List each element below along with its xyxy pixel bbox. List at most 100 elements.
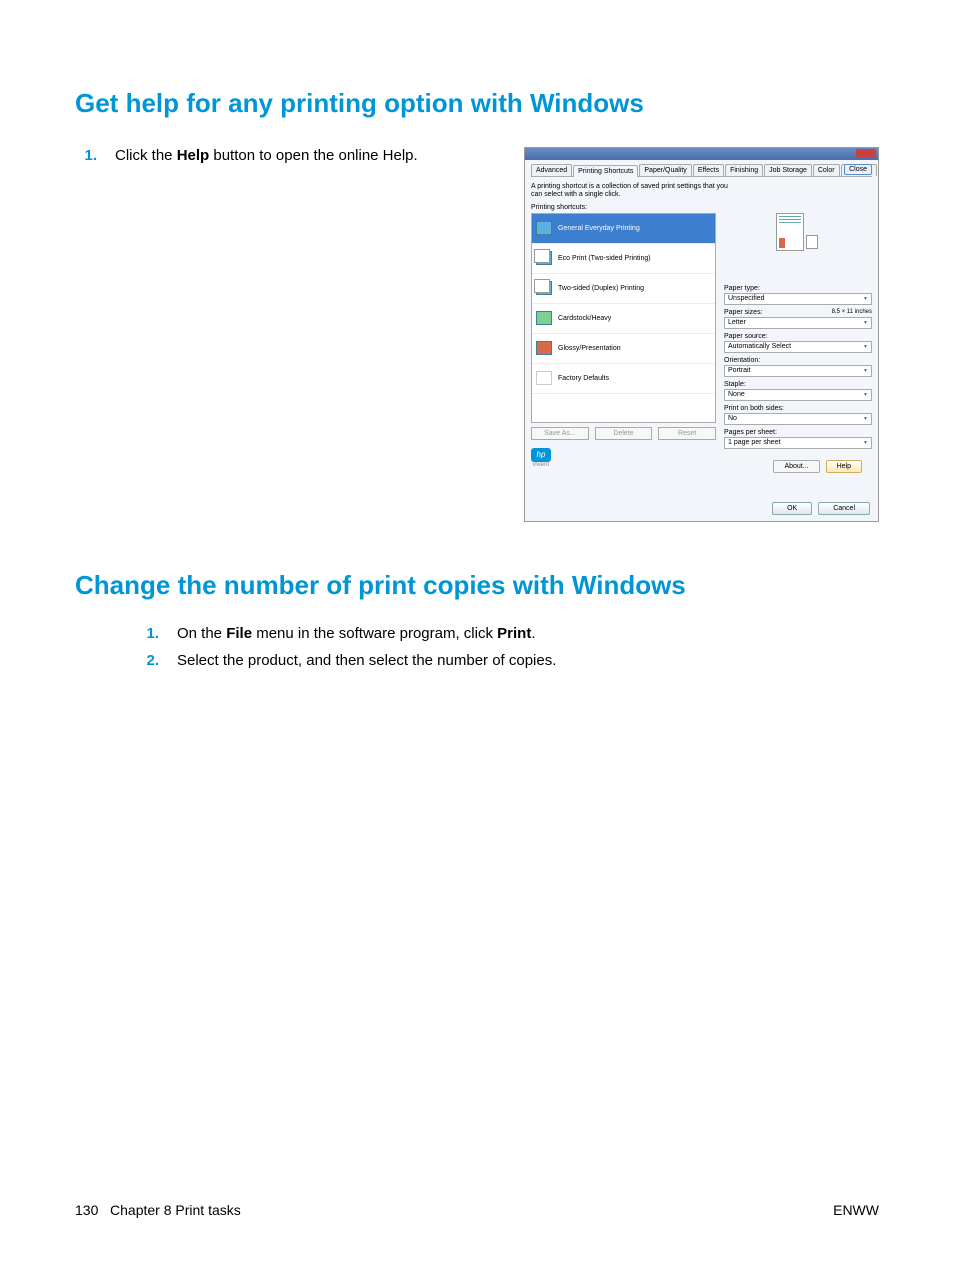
shortcut-label: Eco Print (Two-sided Printing)	[558, 255, 651, 262]
hp-logo-icon: hp	[531, 448, 551, 462]
chevron-down-icon: ▼	[863, 440, 868, 446]
shortcut-duplex[interactable]: Two-sided (Duplex) Printing	[532, 274, 715, 304]
page-number: 130	[75, 1202, 98, 1218]
tab-paper-quality[interactable]: Paper/Quality	[639, 164, 691, 176]
step-number: 2.	[137, 652, 177, 669]
about-button[interactable]: About...	[773, 460, 819, 473]
field-pages-per-sheet: Pages per sheet: 1 page per sheet▼	[724, 429, 872, 449]
dialog-screenshot: Advanced Printing Shortcuts Paper/Qualit…	[524, 147, 879, 522]
delete-button[interactable]: Delete	[595, 427, 653, 440]
step-text: On the File menu in the software program…	[177, 625, 879, 642]
page-footer: 130 Chapter 8 Print tasks ENWW	[75, 1202, 879, 1218]
print-both-select[interactable]: No▼	[724, 413, 872, 425]
chevron-down-icon: ▼	[863, 296, 868, 302]
step-1: 1. Click the Help button to open the onl…	[75, 147, 524, 164]
field-paper-type: Paper type: Unspecified▼	[724, 285, 872, 305]
section-help-content: 1. Click the Help button to open the onl…	[75, 147, 879, 522]
step-suffix: button to open the online Help.	[209, 147, 418, 164]
footer-right: ENWW	[833, 1202, 879, 1218]
field-value-text: Automatically Select	[728, 343, 791, 350]
shortcut-general-everyday[interactable]: General Everyday Printing	[532, 214, 715, 244]
step-text: Select the product, and then select the …	[177, 652, 879, 669]
field-label: Orientation:	[724, 357, 872, 364]
field-label: Pages per sheet:	[724, 429, 872, 436]
text-bold: Print	[497, 625, 531, 642]
hp-invent-label: invent	[533, 462, 716, 468]
shortcut-icon	[536, 371, 552, 385]
cancel-button[interactable]: Cancel	[818, 502, 870, 515]
shortcuts-column: General Everyday Printing Eco Print (Two…	[531, 213, 716, 468]
section-heading-help: Get help for any printing option with Wi…	[75, 88, 879, 119]
shortcut-label: Factory Defaults	[558, 375, 609, 382]
step-prefix: Click the	[115, 147, 177, 164]
field-staple: Staple: None▼	[724, 381, 872, 401]
tab-job-storage[interactable]: Job Storage	[764, 164, 812, 176]
text-part: .	[531, 625, 535, 642]
orientation-select[interactable]: Portrait ▼	[724, 365, 872, 377]
staple-select[interactable]: None▼	[724, 389, 872, 401]
paper-type-select[interactable]: Unspecified▼	[724, 293, 872, 305]
field-label: Paper type:	[724, 285, 872, 292]
field-value-text: Portrait	[728, 367, 751, 374]
shortcut-icon	[536, 311, 552, 325]
pages-per-sheet-select[interactable]: 1 page per sheet▼	[724, 437, 872, 449]
text-part: menu in the software program, click	[252, 625, 497, 642]
shortcut-buttons: Save As... Delete Reset	[531, 427, 716, 440]
shortcut-icon	[536, 281, 552, 295]
size-note: 8.5 × 11 inches	[832, 309, 872, 316]
close-icon[interactable]	[856, 149, 876, 158]
paper-sizes-select[interactable]: Letter ▼	[724, 317, 872, 329]
field-label: Paper sizes:	[724, 309, 763, 316]
field-value-text: Letter	[728, 319, 746, 326]
printing-shortcuts-dialog: Advanced Printing Shortcuts Paper/Qualit…	[524, 147, 879, 522]
step-2-copies: 2. Select the product, and then select t…	[137, 652, 879, 669]
tab-advanced[interactable]: Advanced	[531, 164, 572, 176]
shortcut-factory-defaults[interactable]: Factory Defaults	[532, 364, 715, 394]
shortcut-icon	[536, 251, 552, 265]
tab-printing-shortcuts[interactable]: Printing Shortcuts	[573, 165, 638, 177]
tab-finishing[interactable]: Finishing	[725, 164, 763, 176]
shortcut-label: General Everyday Printing	[558, 225, 640, 232]
tab-bar: Advanced Printing Shortcuts Paper/Qualit…	[531, 164, 872, 177]
reset-button[interactable]: Reset	[658, 427, 716, 440]
tab-effects[interactable]: Effects	[693, 164, 724, 176]
step-list: 1. Click the Help button to open the onl…	[75, 147, 524, 174]
tab-color[interactable]: Color	[813, 164, 840, 176]
hp-branding: hp	[531, 448, 716, 462]
chevron-down-icon: ▼	[863, 320, 868, 326]
chevron-down-icon: ▼	[863, 416, 868, 422]
shortcut-description: A printing shortcut is a collection of s…	[531, 183, 731, 200]
field-print-both-sides: Print on both sides: No▼	[724, 405, 872, 425]
section-heading-copies: Change the number of print copies with W…	[75, 570, 879, 601]
close-button[interactable]: Close	[844, 164, 872, 175]
dialog-main-area: General Everyday Printing Eco Print (Two…	[531, 213, 872, 468]
footer-left: 130 Chapter 8 Print tasks	[75, 1202, 241, 1218]
shortcut-label: Glossy/Presentation	[558, 345, 621, 352]
text-part: On the	[177, 625, 226, 642]
settings-panel: Paper type: Unspecified▼ Paper sizes: 8.5…	[724, 213, 872, 468]
chevron-down-icon: ▼	[863, 344, 868, 350]
shortcuts-label: Printing shortcuts:	[531, 204, 872, 211]
shortcut-glossy[interactable]: Glossy/Presentation	[532, 334, 715, 364]
step-text: Click the Help button to open the online…	[115, 147, 524, 164]
shortcut-icon	[536, 221, 552, 235]
step-number: 1.	[137, 625, 177, 642]
shortcut-icon	[536, 341, 552, 355]
field-paper-sizes: Paper sizes: 8.5 × 11 inches Letter ▼	[724, 309, 872, 329]
step-number: 1.	[75, 147, 115, 164]
chevron-down-icon: ▼	[863, 368, 868, 374]
ok-button[interactable]: OK	[772, 502, 812, 515]
steps-copies: 1. On the File menu in the software prog…	[137, 625, 879, 669]
preview-page-icon	[776, 213, 804, 251]
paper-source-select[interactable]: Automatically Select ▼	[724, 341, 872, 353]
ok-cancel-buttons: OK Cancel	[772, 502, 870, 515]
dialog-titlebar	[525, 148, 878, 160]
dialog-body: Advanced Printing Shortcuts Paper/Qualit…	[525, 160, 878, 521]
field-label: Print on both sides:	[724, 405, 872, 412]
shortcut-eco-print[interactable]: Eco Print (Two-sided Printing)	[532, 244, 715, 274]
step-bold: Help	[177, 147, 210, 164]
save-as-button[interactable]: Save As...	[531, 427, 589, 440]
shortcut-list[interactable]: General Everyday Printing Eco Print (Two…	[531, 213, 716, 423]
help-button[interactable]: Help	[826, 460, 862, 473]
shortcut-cardstock[interactable]: Cardstock/Heavy	[532, 304, 715, 334]
